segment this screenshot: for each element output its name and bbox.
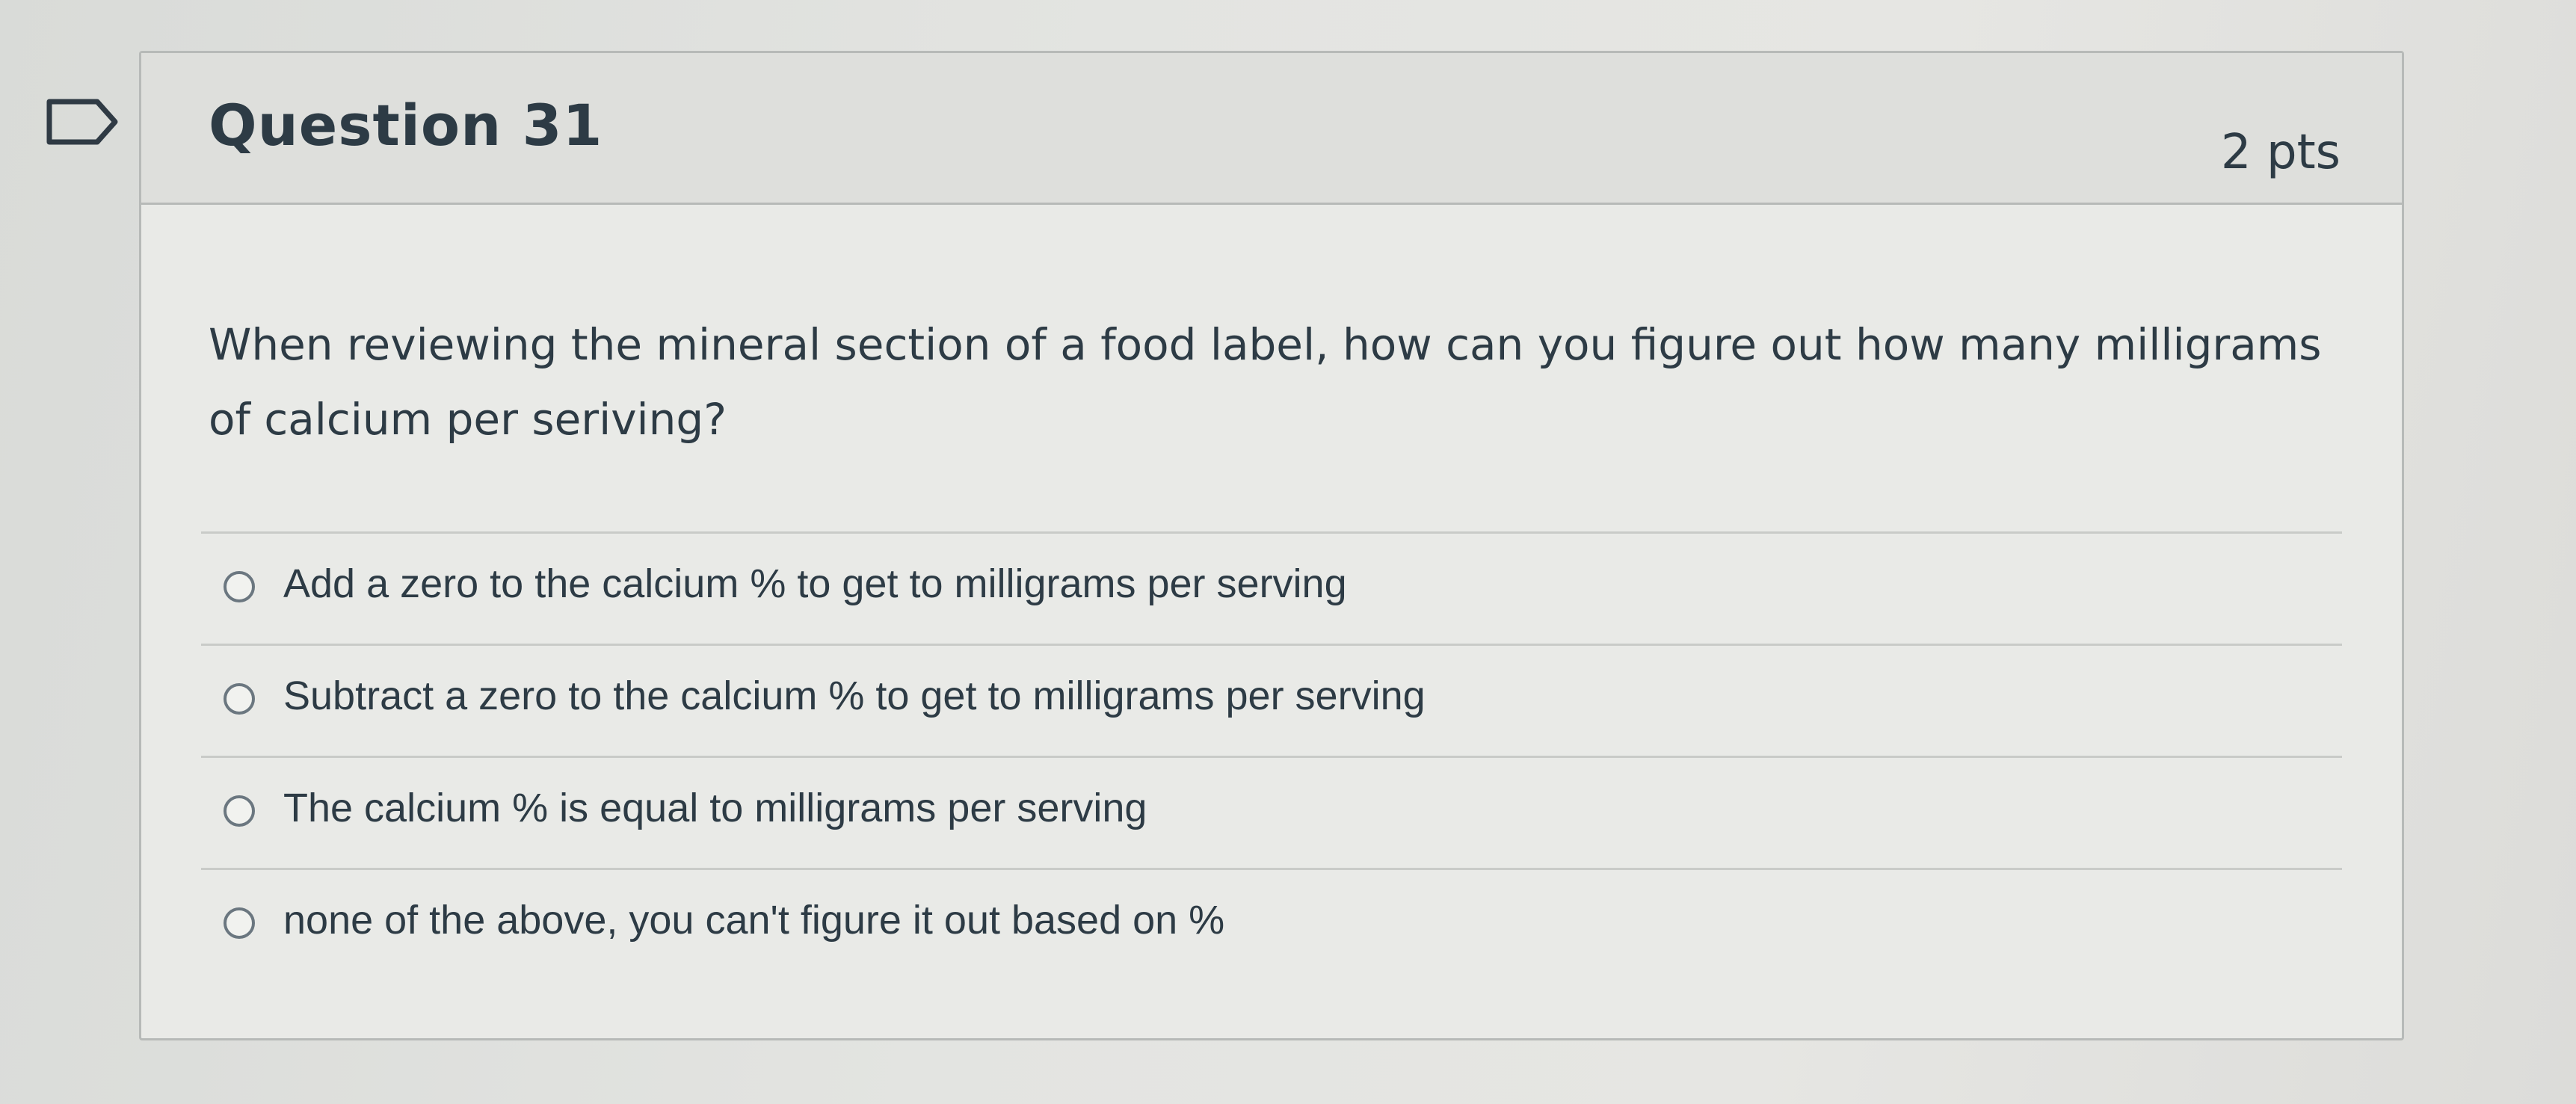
question-text: When reviewing the mineral section of a …	[209, 319, 2322, 445]
answer-option[interactable]: Add a zero to the calcium % to get to mi…	[201, 531, 2342, 644]
bookmark-flag-icon[interactable]	[45, 96, 120, 148]
radio-button[interactable]	[224, 571, 255, 602]
answer-list: Add a zero to the calcium % to get to mi…	[201, 531, 2342, 980]
radio-button[interactable]	[224, 795, 255, 827]
question-points: 2 pts	[2220, 125, 2341, 180]
answer-option[interactable]: none of the above, you can't figure it o…	[201, 868, 2342, 980]
radio-button[interactable]	[224, 907, 255, 939]
answer-option[interactable]: Subtract a zero to the calcium % to get …	[201, 644, 2342, 756]
answer-label[interactable]: Add a zero to the calcium % to get to mi…	[283, 561, 1347, 607]
answer-label[interactable]: The calcium % is equal to milligrams per…	[283, 785, 1147, 831]
answer-label[interactable]: none of the above, you can't figure it o…	[283, 897, 1224, 943]
question-title: Question 31	[209, 92, 603, 158]
answer-option[interactable]: The calcium % is equal to milligrams per…	[201, 756, 2342, 868]
question-header: Question 31 2 pts	[141, 53, 2402, 205]
question-card: Question 31 2 pts When reviewing the min…	[139, 51, 2404, 1040]
radio-button[interactable]	[224, 683, 255, 715]
answer-label[interactable]: Subtract a zero to the calcium % to get …	[283, 673, 1426, 719]
